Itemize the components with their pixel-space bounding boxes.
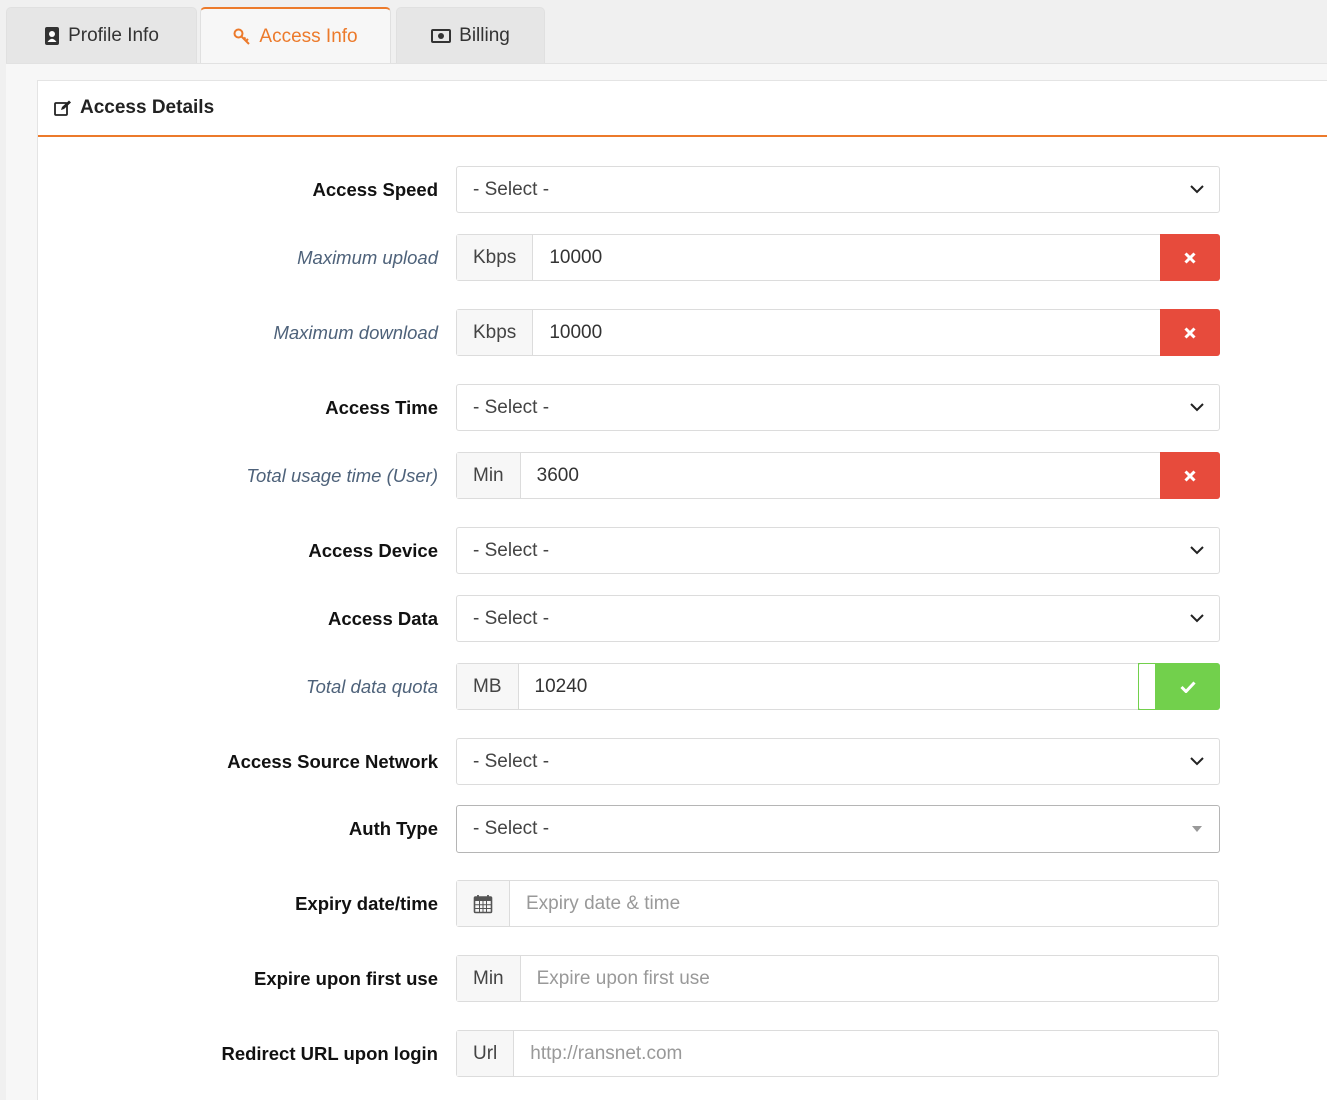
- expire-first-use-label: Expire upon first use: [253, 968, 438, 989]
- chevron-down-icon: [1175, 385, 1219, 430]
- access-time-row: Access Time - Select -: [38, 384, 1327, 432]
- access-data-select[interactable]: - Select -: [456, 595, 1220, 642]
- access-details-card: Access Details Access Speed - Select - M…: [37, 80, 1327, 1100]
- tab-label: Billing: [459, 25, 510, 46]
- auth-type-label: Auth Type: [348, 818, 438, 839]
- total-usage-time-unit: Min: [457, 453, 521, 498]
- max-upload-input[interactable]: 10000: [533, 235, 1160, 280]
- access-data-label: Access Data: [327, 608, 438, 629]
- tab-label: Profile Info: [68, 25, 159, 46]
- calendar-icon[interactable]: [457, 881, 510, 926]
- clear-max-upload-button[interactable]: [1160, 234, 1220, 281]
- total-data-quota-input[interactable]: 10240: [519, 664, 1139, 709]
- close-icon: [1184, 251, 1196, 264]
- access-data-row: Access Data - Select -: [38, 595, 1327, 643]
- redirect-url-group: Url http://ransnet.com: [456, 1030, 1219, 1077]
- access-time-label: Access Time: [325, 397, 438, 418]
- total-data-quota-label: Total data quota: [305, 676, 438, 697]
- tab-access-info[interactable]: Access Info: [200, 7, 391, 65]
- total-data-quota-toggle[interactable]: [1138, 663, 1220, 710]
- toggle-knob: [1138, 663, 1156, 710]
- contact-book-icon: [44, 27, 60, 45]
- access-device-row: Access Device - Select -: [38, 527, 1327, 575]
- check-icon: [1156, 680, 1220, 693]
- caret-down-icon: [1175, 806, 1219, 852]
- close-icon: [1184, 469, 1196, 482]
- total-usage-time-input[interactable]: 3600: [521, 453, 1160, 498]
- max-upload-row: Maximum upload Kbps 10000: [38, 234, 1327, 282]
- clear-max-download-button[interactable]: [1160, 309, 1220, 356]
- access-time-select[interactable]: - Select -: [456, 384, 1220, 431]
- max-download-row: Maximum download Kbps 10000: [38, 309, 1327, 357]
- redirect-url-unit: Url: [457, 1031, 515, 1076]
- card-title: Access Details: [80, 97, 215, 118]
- tab-profile-info[interactable]: Profile Info: [6, 7, 197, 64]
- expiry-label: Expiry date/time: [295, 893, 438, 914]
- access-time-value: - Select -: [473, 396, 550, 418]
- auth-type-select[interactable]: - Select -: [456, 805, 1220, 853]
- chevron-down-icon: [1175, 528, 1219, 573]
- tab-bar: Profile Info Access Info Billing: [0, 0, 1327, 65]
- card-header: Access Details: [38, 81, 1327, 137]
- chevron-down-icon: [1175, 739, 1219, 784]
- access-speed-row: Access Speed - Select -: [38, 166, 1327, 214]
- max-download-label: Maximum download: [273, 322, 438, 343]
- access-source-network-value: - Select -: [473, 750, 550, 772]
- redirect-url-input[interactable]: http://ransnet.com: [514, 1031, 1218, 1076]
- access-device-value: - Select -: [473, 539, 550, 561]
- chevron-down-icon: [1175, 167, 1219, 212]
- auth-type-value: - Select -: [473, 818, 550, 839]
- total-usage-time-row: Total usage time (User) Min 3600: [38, 452, 1327, 500]
- access-speed-value: - Select -: [473, 178, 550, 200]
- max-download-group: Kbps 10000: [456, 309, 1220, 356]
- access-source-network-row: Access Source Network - Select -: [38, 738, 1327, 786]
- max-upload-group: Kbps 10000: [456, 234, 1220, 281]
- access-device-select[interactable]: - Select -: [456, 527, 1220, 574]
- key-icon: [233, 28, 251, 46]
- expiry-group: Expiry date & time: [456, 880, 1219, 927]
- total-usage-time-label: Total usage time (User): [246, 465, 438, 486]
- total-data-quota-row: Total data quota MB 10240: [38, 663, 1327, 711]
- chevron-down-icon: [1175, 596, 1219, 641]
- expire-first-use-input[interactable]: Expire upon first use: [521, 956, 1218, 1001]
- expire-first-use-unit: Min: [457, 956, 521, 1001]
- clear-total-usage-time-button[interactable]: [1160, 452, 1220, 499]
- access-data-value: - Select -: [473, 607, 550, 629]
- max-upload-label: Maximum upload: [297, 247, 438, 268]
- access-speed-select[interactable]: - Select -: [456, 166, 1220, 213]
- edit-icon: [54, 100, 72, 116]
- access-speed-label: Access Speed: [312, 179, 438, 200]
- expire-first-use-row: Expire upon first use Min Expire upon fi…: [38, 955, 1327, 1003]
- tab-billing[interactable]: Billing: [396, 7, 545, 64]
- access-device-label: Access Device: [308, 540, 438, 561]
- max-download-input[interactable]: 10000: [533, 310, 1160, 355]
- money-icon: [431, 29, 452, 43]
- access-source-network-label: Access Source Network: [227, 751, 438, 772]
- expiry-row: Expiry date/time Expiry date & time: [38, 880, 1327, 928]
- max-upload-unit: Kbps: [457, 235, 534, 280]
- max-download-unit: Kbps: [457, 310, 534, 355]
- redirect-url-label: Redirect URL upon login: [221, 1043, 438, 1064]
- total-usage-time-group: Min 3600: [456, 452, 1220, 499]
- total-data-quota-group: MB 10240: [456, 663, 1220, 710]
- close-icon: [1184, 326, 1196, 339]
- auth-type-row: Auth Type - Select -: [38, 805, 1327, 853]
- expiry-input[interactable]: Expiry date & time: [510, 881, 1218, 926]
- tab-label: Access Info: [259, 26, 358, 47]
- access-source-network-select[interactable]: - Select -: [456, 738, 1220, 785]
- total-data-quota-unit: MB: [457, 664, 519, 709]
- expire-first-use-group: Min Expire upon first use: [456, 955, 1219, 1002]
- redirect-url-row: Redirect URL upon login Url http://ransn…: [38, 1030, 1327, 1078]
